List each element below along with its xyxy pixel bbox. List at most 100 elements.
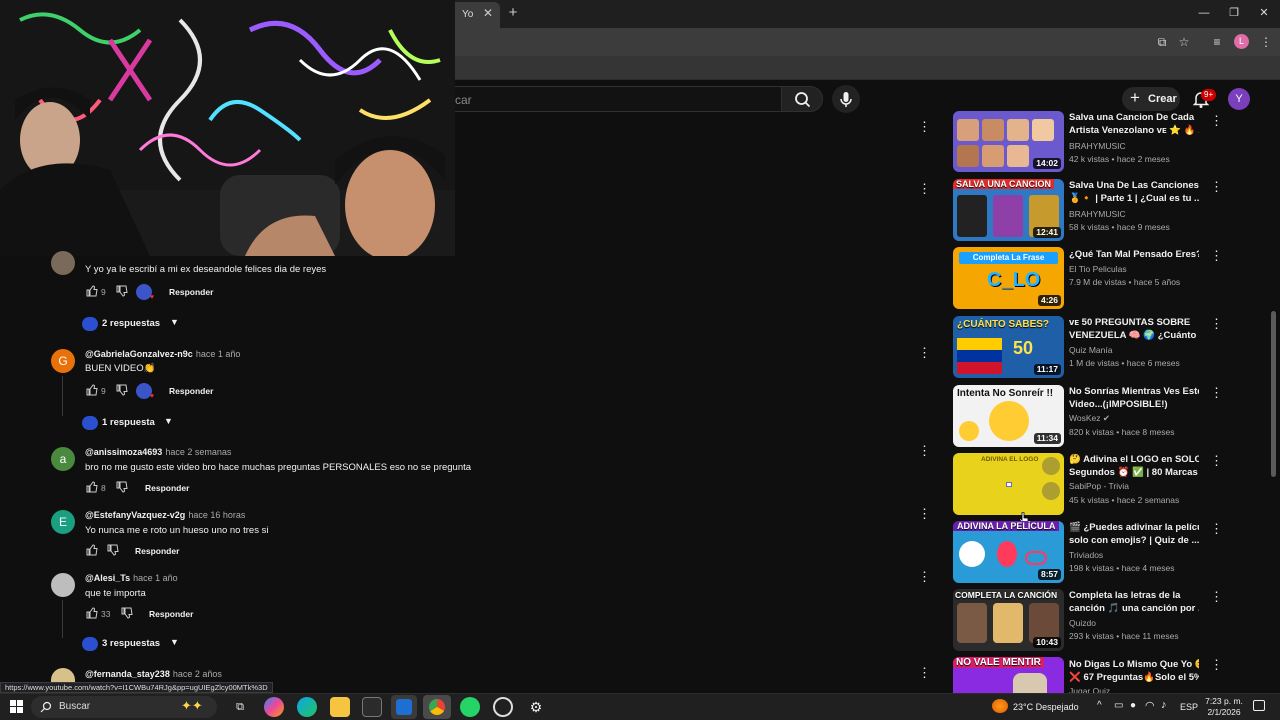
channel-name[interactable]: Jugar Quiz	[1069, 686, 1110, 693]
restore-icon[interactable]: ❐	[1224, 4, 1244, 22]
video-title[interactable]: ᴠᴇ 50 PREGUNTAS SOBRE VENEZUELA 🧠 🌍 ¿Cuán…	[1069, 316, 1199, 342]
chrome-icon[interactable]	[423, 695, 451, 719]
video-thumbnail[interactable]: SALVA UNA CANCION 12:41	[953, 179, 1064, 241]
media-control-icon[interactable]: ≡	[1209, 34, 1225, 50]
video-title[interactable]: Salva Una De Las Canciones 🎤 🏅🔸 | Parte 1…	[1069, 179, 1199, 205]
comment-menu-icon[interactable]: ⋮	[918, 570, 931, 583]
video-title[interactable]: No Digas Lo Mismo Que Yo 😊 ❌ 67 Preguntas…	[1069, 658, 1199, 684]
account-avatar[interactable]: Y	[1228, 88, 1250, 110]
search-input[interactable]: car	[440, 86, 781, 112]
comment-author[interactable]: @EstefanyVazquez-v2g hace 16 horas	[85, 510, 245, 520]
comment-avatar[interactable]	[51, 251, 75, 275]
taskbar-search[interactable]: Buscar ✦✦	[31, 696, 217, 718]
wifi-icon[interactable]: ◠	[1145, 699, 1155, 712]
video-title[interactable]: No Sonrías Mientras Ves Este Video...(¡IM…	[1069, 385, 1199, 411]
comment-menu-icon[interactable]: ⋮	[918, 346, 931, 359]
channel-name[interactable]: El Tio Peliculas	[1069, 264, 1127, 274]
like-icon[interactable]	[85, 543, 99, 557]
channel-name[interactable]: SabiPop - Trivia	[1069, 481, 1129, 491]
minimize-icon[interactable]: —	[1194, 4, 1214, 22]
channel-name[interactable]: BRAHYMUSIC	[1069, 209, 1126, 219]
dislike-icon[interactable]	[115, 284, 129, 298]
comment-avatar[interactable]: G	[51, 349, 75, 373]
comment-menu-icon[interactable]: ⋮	[918, 507, 931, 520]
create-button[interactable]: + Crear	[1122, 87, 1180, 111]
store-icon[interactable]	[362, 697, 382, 717]
network-icon[interactable]: ▭	[1114, 700, 1123, 711]
comment-author[interactable]: @fernanda_stay238 hace 2 años	[85, 669, 222, 679]
video-title[interactable]: Completa las letras de la canción 🎵 una c…	[1069, 589, 1199, 615]
bookmark-star-icon[interactable]: ☆	[1176, 34, 1192, 50]
voice-search-button[interactable]	[832, 85, 860, 113]
video-thumbnail[interactable]: 14:02	[953, 111, 1064, 172]
scrollbar-thumb[interactable]	[1271, 311, 1276, 477]
notification-center-icon[interactable]	[1253, 700, 1265, 711]
dislike-icon[interactable]	[120, 606, 134, 620]
video-thumbnail[interactable]: COMPLETA LA CANCIÓN 10:43	[953, 589, 1064, 651]
comment-author[interactable]: @GabrielaGonzalvez-n9c hace 1 año	[85, 349, 240, 359]
video-menu-icon[interactable]: ⋮	[1210, 386, 1223, 399]
comment-avatar[interactable]: E	[51, 510, 75, 534]
comment-menu-icon[interactable]: ⋮	[918, 666, 931, 679]
settings-gear-icon[interactable]: ⚙	[526, 697, 546, 717]
video-title[interactable]: 🤔 Adivina el LOGO en SOLO 3 Segundos ⏰ ✅ …	[1069, 453, 1199, 479]
watch-later-icon[interactable]	[1042, 457, 1060, 475]
channel-name[interactable]: Quizdo	[1069, 618, 1096, 628]
comment-author[interactable]: @anissimoza4693 hace 2 semanas	[85, 447, 231, 457]
video-menu-icon[interactable]: ⋮	[1210, 180, 1223, 193]
channel-name[interactable]: BRAHYMUSIC	[1069, 141, 1126, 151]
install-app-icon[interactable]: ⧉	[1154, 34, 1170, 50]
comment-menu-icon[interactable]: ⋮	[918, 182, 931, 195]
copilot-icon[interactable]	[264, 697, 284, 717]
video-title[interactable]: ¿Qué Tan Mal Pensado Eres?	[1069, 248, 1199, 261]
video-menu-icon[interactable]: ⋮	[1210, 114, 1223, 127]
screen-recorder-icon[interactable]	[493, 697, 513, 717]
video-menu-icon[interactable]: ⋮	[1210, 249, 1223, 262]
video-menu-icon[interactable]: ⋮	[1210, 522, 1223, 535]
video-thumbnail[interactable]: Intenta No Sonreír !! 11:34	[953, 385, 1064, 447]
tab-close-icon[interactable]: ✕	[480, 5, 496, 21]
file-explorer-icon[interactable]	[330, 697, 350, 717]
browser-menu-icon[interactable]: ⋮	[1258, 34, 1274, 50]
comment-menu-icon[interactable]: ⋮	[918, 120, 931, 133]
video-thumbnail[interactable]: Completa La Frase C_LO 4:26	[953, 247, 1064, 309]
edge-icon[interactable]	[297, 697, 317, 717]
clock[interactable]: 7:23 p. m. 2/1/2026	[1204, 696, 1244, 718]
outlook-icon[interactable]	[391, 695, 417, 719]
like-icon[interactable]	[85, 284, 99, 298]
video-thumbnail[interactable]: ADIVINA EL LOGO	[953, 453, 1064, 515]
channel-name[interactable]: Triviados	[1069, 550, 1103, 560]
close-window-icon[interactable]: ✕	[1254, 4, 1274, 22]
comment-avatar[interactable]	[51, 668, 75, 682]
video-thumbnail[interactable]: ¿CUÁNTO SABES? 50 11:17	[953, 316, 1064, 378]
task-view-icon[interactable]: ⧉	[230, 697, 250, 717]
tray-chevron-icon[interactable]: ^	[1097, 700, 1102, 711]
reply-button[interactable]: Responder	[169, 386, 213, 396]
microphone-icon[interactable]: ●	[1130, 700, 1136, 711]
whatsapp-icon[interactable]	[460, 697, 480, 717]
video-menu-icon[interactable]: ⋮	[1210, 658, 1223, 671]
reply-button[interactable]: Responder	[145, 483, 189, 493]
channel-name[interactable]: WosKez ✔	[1069, 413, 1110, 424]
like-icon[interactable]	[85, 480, 99, 494]
reply-button[interactable]: Responder	[149, 609, 193, 619]
comment-avatar[interactable]	[51, 573, 75, 597]
dislike-icon[interactable]	[115, 480, 129, 494]
search-button[interactable]	[781, 86, 823, 112]
video-thumbnail[interactable]: NO VALE MENTIR	[953, 657, 1064, 693]
video-menu-icon[interactable]: ⋮	[1210, 454, 1223, 467]
reply-button[interactable]: Responder	[135, 546, 179, 556]
dislike-icon[interactable]	[106, 543, 120, 557]
video-menu-icon[interactable]: ⋮	[1210, 590, 1223, 603]
video-title[interactable]: Salva una Cancion De Cada Artista Venezol…	[1069, 111, 1199, 137]
like-icon[interactable]	[85, 383, 99, 397]
windows-start-icon[interactable]	[10, 700, 23, 713]
reply-button[interactable]: Responder	[169, 287, 213, 297]
comment-menu-icon[interactable]: ⋮	[918, 444, 931, 457]
new-tab-button[interactable]: +	[504, 4, 522, 22]
language-indicator[interactable]: ESP	[1180, 702, 1198, 712]
dislike-icon[interactable]	[115, 383, 129, 397]
add-to-queue-icon[interactable]	[1042, 482, 1060, 500]
video-title[interactable]: 🎬 ¿Puedes adivinar la película solo con e…	[1069, 521, 1199, 547]
comment-avatar[interactable]: a	[51, 447, 75, 471]
